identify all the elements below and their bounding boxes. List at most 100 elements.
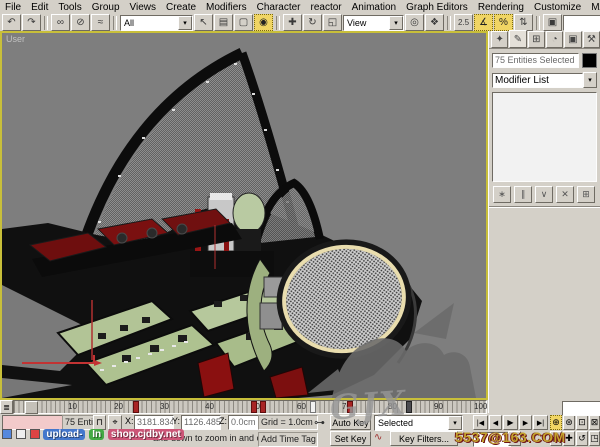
- chevron-down-icon[interactable]: ▾: [583, 72, 597, 88]
- watermark-badge-part1: upload-: [43, 429, 85, 440]
- selection-filter-dropdown[interactable]: All ▾: [120, 15, 193, 31]
- watermark-badge-part2: In: [89, 429, 104, 440]
- menu-reactor[interactable]: reactor: [306, 1, 347, 14]
- angle-snap-icon[interactable]: ∡: [474, 14, 493, 31]
- redo-icon[interactable]: ↷: [22, 14, 41, 31]
- rectangular-region-icon[interactable]: ▢: [234, 14, 253, 31]
- select-by-name-icon[interactable]: ▤: [214, 14, 233, 31]
- show-end-result-icon[interactable]: ∥: [514, 186, 532, 203]
- bind-to-spacewarp-icon[interactable]: ≈: [91, 14, 110, 31]
- object-name-field[interactable]: 75 Entities Selected: [492, 53, 579, 68]
- trackbar-tick: 60: [297, 402, 306, 411]
- keyframe-marker[interactable]: [133, 401, 139, 413]
- select-and-scale-icon[interactable]: ◱: [323, 14, 342, 31]
- utilities-tab-icon[interactable]: ⚒: [583, 31, 600, 48]
- create-tab-icon[interactable]: ✦: [491, 31, 508, 48]
- menu-file[interactable]: File: [0, 1, 26, 14]
- zoom-tool-button[interactable]: ⊕: [550, 415, 562, 430]
- viewport-label[interactable]: User: [6, 34, 25, 44]
- menu-create[interactable]: Create: [161, 1, 201, 14]
- motion-tab-icon[interactable]: ◔: [546, 31, 563, 48]
- previous-frame-button[interactable]: ◀: [489, 415, 502, 430]
- time-slider-handle[interactable]: [25, 401, 38, 414]
- undo-icon[interactable]: ↶: [2, 14, 21, 31]
- menu-graph-editors[interactable]: Graph Editors: [401, 1, 473, 14]
- frame-display-field[interactable]: [562, 401, 600, 416]
- make-unique-icon[interactable]: ∨: [535, 186, 553, 203]
- menu-tools[interactable]: Tools: [53, 1, 86, 14]
- y-coordinate-field[interactable]: 1126.4859: [181, 415, 221, 430]
- named-selection-sets-dropdown[interactable]: ▾: [563, 15, 600, 31]
- menu-character[interactable]: Character: [252, 1, 306, 14]
- percent-snap-icon[interactable]: %: [494, 14, 513, 31]
- viewport-user[interactable]: [0, 31, 488, 400]
- chevron-down-icon[interactable]: ▾: [448, 416, 462, 430]
- next-frame-button[interactable]: ▶: [519, 415, 532, 430]
- reference-coordinate-dropdown[interactable]: View ▾: [343, 15, 404, 31]
- key-filters-button[interactable]: Key Filters...: [390, 431, 458, 446]
- toolbar-separator: [113, 16, 117, 30]
- zoom-extents-button[interactable]: ⊡: [576, 415, 588, 430]
- edit-named-selection-sets-icon[interactable]: ▣: [543, 14, 562, 31]
- go-to-end-button[interactable]: ▶|: [533, 415, 548, 430]
- viewport-canvas[interactable]: [2, 33, 486, 398]
- configure-modifier-sets-icon[interactable]: ⊞: [577, 186, 595, 203]
- arc-rotate-button[interactable]: ↺: [576, 431, 588, 446]
- play-button[interactable]: ▶: [503, 415, 518, 430]
- toolbar-separator: [447, 16, 451, 30]
- window-crossing-icon[interactable]: ◉: [254, 14, 273, 31]
- mini-curve-editor-button[interactable]: ≣: [0, 400, 13, 414]
- modifier-stack-list[interactable]: [492, 92, 597, 182]
- keyframe-marker[interactable]: [260, 401, 266, 413]
- chevron-down-icon[interactable]: ▾: [389, 16, 403, 30]
- new-key-curve-icon[interactable]: ∿: [374, 432, 382, 443]
- trackbar-tick: 90: [434, 402, 443, 411]
- select-and-manipulate-icon[interactable]: ❖: [425, 14, 444, 31]
- snap-toggle-icon[interactable]: 2.5: [454, 14, 473, 31]
- keyframe-marker[interactable]: [310, 401, 316, 413]
- menu-edit[interactable]: Edit: [26, 1, 53, 14]
- zoom-extents-all-button[interactable]: ⊠: [589, 415, 600, 430]
- z-coordinate-field[interactable]: 0.0cm: [228, 415, 260, 430]
- trackbar-tick: 40: [205, 402, 214, 411]
- z-label: Z:: [219, 414, 227, 429]
- menu-customize[interactable]: Customize: [529, 1, 586, 14]
- select-and-rotate-icon[interactable]: ↻: [303, 14, 322, 31]
- object-color-swatch[interactable]: [582, 53, 597, 68]
- modify-tab-icon[interactable]: ✎: [509, 30, 526, 48]
- menu-maxscript[interactable]: MAXScript: [586, 1, 600, 14]
- select-and-move-icon[interactable]: ✚: [283, 14, 302, 31]
- x-coordinate-field[interactable]: 3181.8345: [134, 415, 174, 430]
- go-to-start-button[interactable]: |◀: [473, 415, 488, 430]
- set-key-button[interactable]: Set Key: [330, 431, 371, 446]
- menu-modifiers[interactable]: Modifiers: [201, 1, 252, 14]
- remove-modifier-icon[interactable]: ✕: [556, 186, 574, 203]
- maxscript-mini-listener[interactable]: [2, 415, 64, 430]
- min-max-toggle-button[interactable]: ◳: [589, 431, 600, 446]
- select-and-link-icon[interactable]: ∞: [51, 14, 70, 31]
- watermark-badge: upload- In shop.cjdby.net: [2, 429, 185, 440]
- zoom-all-button[interactable]: ⊛: [563, 415, 575, 430]
- add-time-tag[interactable]: Add Time Tag: [258, 432, 318, 447]
- modifier-list-dropdown[interactable]: Modifier List: [492, 73, 583, 88]
- keyframe-marker[interactable]: [251, 401, 257, 413]
- menu-animation[interactable]: Animation: [347, 1, 401, 14]
- menu-rendering[interactable]: Rendering: [473, 1, 529, 14]
- display-tab-icon[interactable]: ▣: [564, 31, 581, 48]
- track-bar[interactable]: [13, 400, 487, 414]
- absolute-offset-toggle[interactable]: ⌖: [108, 415, 122, 430]
- menu-bar: File Edit Tools Group Views Create Modif…: [0, 0, 600, 15]
- selection-lock-button[interactable]: ⊓: [93, 415, 106, 430]
- seat-headrest[interactable]: [233, 193, 265, 233]
- spinner-snap-icon[interactable]: ⇅: [514, 14, 533, 31]
- selection-count-field: 75 Entit: [62, 415, 96, 430]
- chevron-down-icon[interactable]: ▾: [178, 16, 192, 30]
- use-pivot-center-icon[interactable]: ◎: [405, 14, 424, 31]
- trackbar-tick: 30: [160, 402, 169, 411]
- menu-group[interactable]: Group: [87, 1, 125, 14]
- pin-stack-icon[interactable]: ∗: [493, 186, 511, 203]
- menu-views[interactable]: Views: [125, 1, 162, 14]
- hierarchy-tab-icon[interactable]: ⊞: [528, 31, 545, 48]
- select-object-icon[interactable]: ↖: [194, 14, 213, 31]
- unlink-selection-icon[interactable]: ⊘: [71, 14, 90, 31]
